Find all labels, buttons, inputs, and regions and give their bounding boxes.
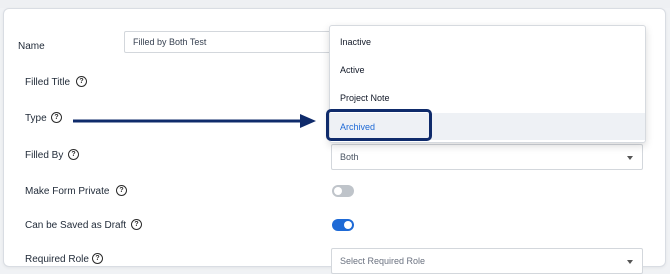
help-circle-icon[interactable]: ?	[131, 219, 142, 230]
make-private-toggle[interactable]	[332, 185, 354, 197]
toggle-knob	[334, 187, 342, 195]
help-circle-icon[interactable]: ?	[92, 253, 103, 264]
dropdown-option-inactive[interactable]: Inactive	[330, 28, 645, 55]
toggle-knob	[344, 221, 352, 229]
chevron-down-icon	[627, 260, 633, 264]
required-role-label: Required Role	[25, 254, 89, 265]
save-draft-label: Can be Saved as Draft	[25, 220, 127, 231]
help-circle-icon[interactable]: ?	[116, 185, 127, 196]
help-circle-icon[interactable]: ?	[68, 149, 79, 160]
dropdown-option-active[interactable]: Active	[330, 56, 645, 83]
annotation-highlight-box	[326, 109, 432, 141]
option-label: Project Note	[340, 93, 390, 103]
option-label: Inactive	[340, 37, 372, 47]
filled-by-select[interactable]: Both	[331, 144, 643, 170]
chevron-down-icon	[627, 156, 633, 160]
filled-by-value: Both	[340, 152, 359, 162]
filled-by-label: Filled By	[25, 150, 64, 161]
option-label: Active	[340, 65, 365, 75]
required-role-select[interactable]: Select Required Role	[331, 248, 643, 274]
make-private-label: Make Form Private	[25, 186, 110, 197]
save-draft-toggle[interactable]	[332, 219, 354, 231]
dropdown-option-project-note[interactable]: Project Note	[330, 84, 645, 111]
